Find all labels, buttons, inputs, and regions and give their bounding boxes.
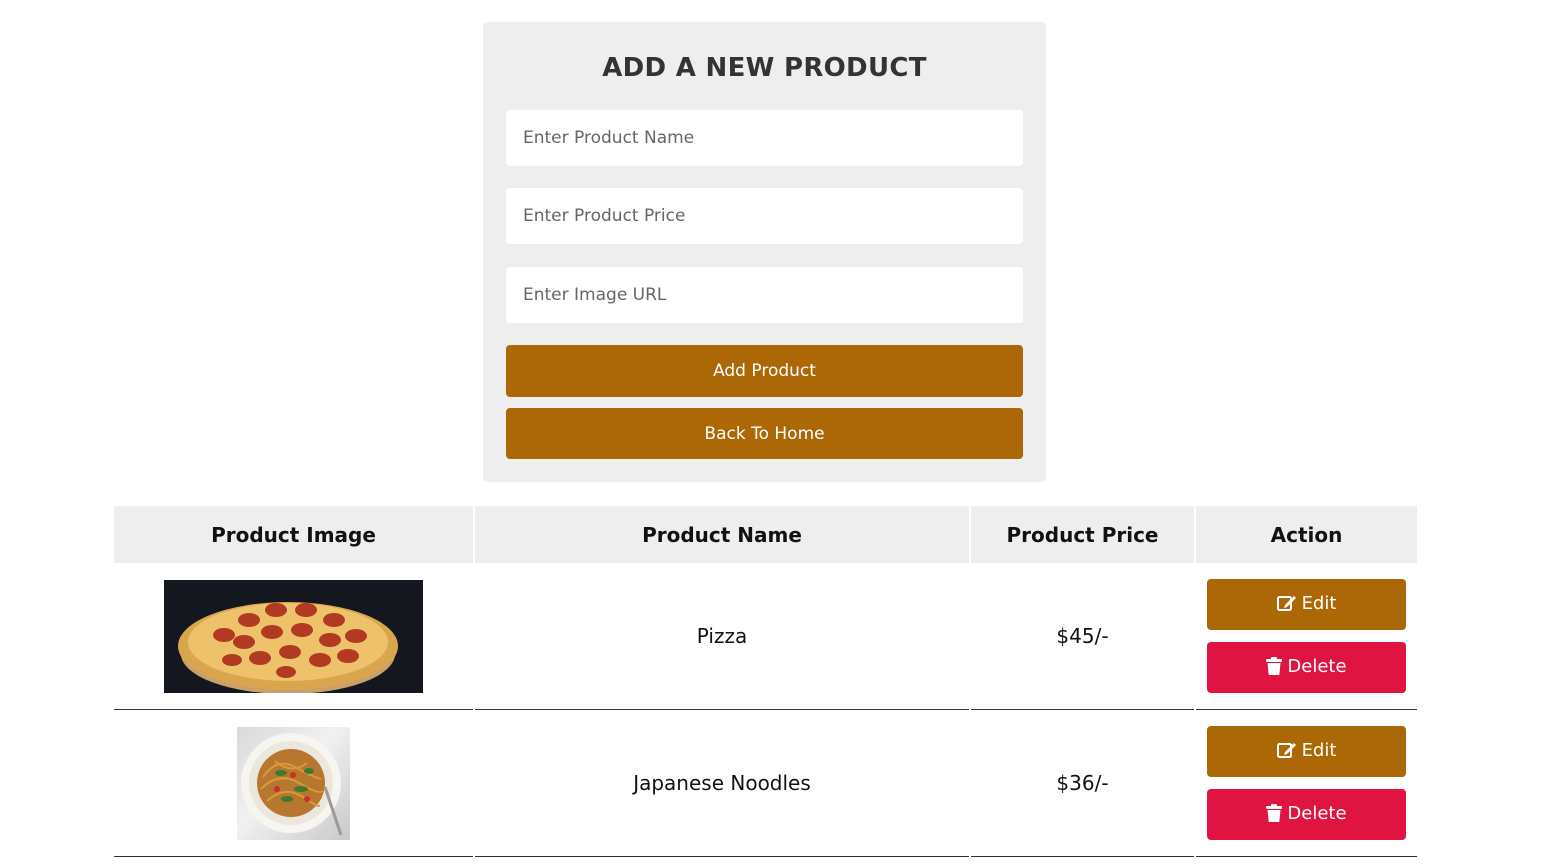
products-table-container: Product Image Product Name Product Price… — [114, 506, 1417, 857]
delete-button[interactable]: Delete — [1207, 789, 1406, 840]
table-header-row: Product Image Product Name Product Price… — [114, 506, 1417, 563]
form-title: ADD A NEW PRODUCT — [602, 53, 927, 83]
edit-label: Edit — [1301, 739, 1337, 761]
table-row: Pizza $45/- Edit Delete — [114, 563, 1417, 710]
noodles-photo — [237, 726, 350, 840]
trash-icon — [1266, 656, 1283, 680]
edit-button[interactable]: Edit — [1207, 579, 1406, 630]
product-image-cell — [114, 563, 473, 710]
product-price-cell: $36/- — [971, 710, 1194, 857]
trash-icon — [1266, 803, 1283, 827]
product-name-cell: Japanese Noodles — [475, 710, 969, 857]
pizza-photo — [164, 579, 423, 693]
back-to-home-button[interactable]: Back To Home — [506, 408, 1023, 459]
edit-label: Edit — [1301, 592, 1337, 614]
product-name-input[interactable] — [506, 110, 1023, 166]
header-product-price: Product Price — [971, 506, 1194, 563]
header-product-name: Product Name — [475, 506, 969, 563]
product-name-cell: Pizza — [475, 563, 969, 710]
table-row: Japanese Noodles $36/- Edit Delete — [114, 710, 1417, 857]
add-product-form: ADD A NEW PRODUCT Add Product Back To Ho… — [483, 22, 1046, 482]
header-action: Action — [1196, 506, 1417, 563]
edit-icon — [1276, 594, 1297, 617]
products-table: Product Image Product Name Product Price… — [112, 506, 1419, 857]
product-image-cell — [114, 710, 473, 857]
product-price-cell: $45/- — [971, 563, 1194, 710]
product-price-input[interactable] — [506, 188, 1023, 244]
edit-icon — [1276, 741, 1297, 764]
header-product-image: Product Image — [114, 506, 473, 563]
delete-label: Delete — [1287, 802, 1347, 824]
delete-button[interactable]: Delete — [1207, 642, 1406, 693]
delete-label: Delete — [1287, 655, 1347, 677]
action-cell: Edit Delete — [1196, 563, 1417, 710]
image-url-input[interactable] — [506, 267, 1023, 323]
action-cell: Edit Delete — [1196, 710, 1417, 857]
add-product-button[interactable]: Add Product — [506, 345, 1023, 397]
edit-button[interactable]: Edit — [1207, 726, 1406, 777]
